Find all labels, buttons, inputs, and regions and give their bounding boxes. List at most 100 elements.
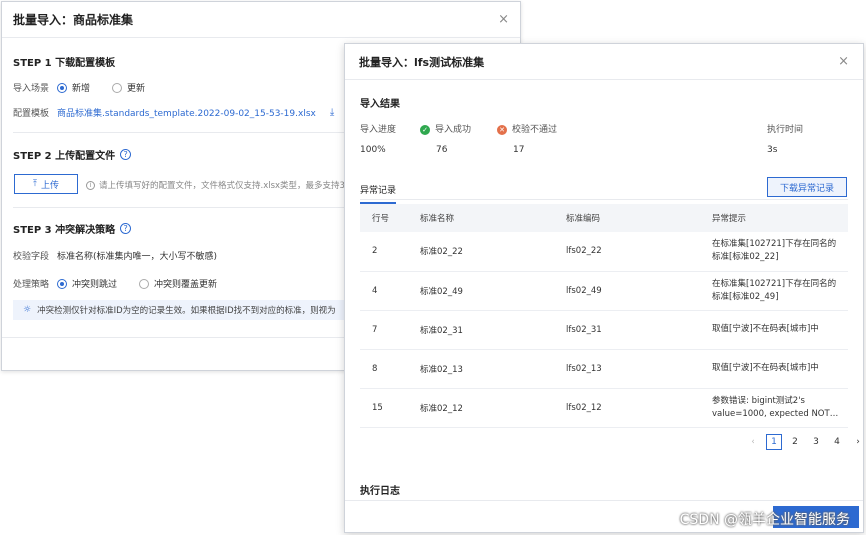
cell-line: 7 xyxy=(360,310,408,350)
fail-value: 17 xyxy=(513,145,525,155)
cell-message: 参数错误: bigint测试2's value=1000, expected N… xyxy=(700,388,848,428)
col-header-name: 标准名称 xyxy=(408,204,554,232)
table-row: 4 标准02_49 lfs02_49 在标准集[102721]下存在同名的标准[… xyxy=(360,271,848,311)
cell-message-text: 取值[宁波]不在码表[城市]中 xyxy=(712,324,819,334)
radio-selected-icon[interactable] xyxy=(57,278,68,289)
cell-message: 在标准集[102721]下存在同名的标准[标准02_49] xyxy=(700,271,848,311)
check-circle-icon: ✓ xyxy=(420,124,430,135)
radio-icon[interactable] xyxy=(139,278,150,289)
strategy-label: 处理策略 xyxy=(13,280,50,290)
check-field-label: 校验字段 xyxy=(13,252,50,262)
result-title: 导入结果 xyxy=(360,99,400,110)
check-field-row: 校验字段 标准名称(标准集内唯一，大小写不敏感) xyxy=(13,249,217,262)
strategy-option-skip[interactable]: 冲突则跳过 xyxy=(57,277,117,290)
cell-name: 标准02_49 xyxy=(408,271,554,311)
radio-icon[interactable] xyxy=(112,82,123,93)
step3-title: STEP 3 冲突解决策略 ? xyxy=(13,221,132,236)
step3-label: STEP 3 冲突解决策略 xyxy=(13,225,116,236)
time-label: 执行时间 xyxy=(767,125,804,135)
cell-line: 4 xyxy=(360,271,408,311)
cell-message-text: 取值[宁波]不在码表[城市]中 xyxy=(712,363,819,373)
pager-page-2[interactable]: 2 xyxy=(787,434,803,450)
upload-hint: i 请上传填写好的配置文件，文件格式仅支持.xlsx类型，最多支持3 xyxy=(86,179,345,191)
radio-selected-icon[interactable] xyxy=(57,82,68,93)
pager-page-1[interactable]: 1 xyxy=(766,434,782,450)
col-header-message: 异常提示 xyxy=(700,204,848,232)
cell-name: 标准02_12 xyxy=(408,388,554,428)
cell-name: 标准02_22 xyxy=(408,232,554,272)
cell-line: 15 xyxy=(360,388,408,428)
step2-label: STEP 2 上传配置文件 xyxy=(13,151,116,162)
pager-page-4[interactable]: 4 xyxy=(829,434,845,450)
conflict-tip-text: 冲突检测仅针对标准ID为空的记录生效。如果根据ID找不到对应的标准，则视为 xyxy=(37,306,336,316)
back-dialog-header: 批量导入：商品标准集 × xyxy=(2,2,520,38)
strategy-option-overwrite-label: 冲突则覆盖更新 xyxy=(154,280,218,290)
progress-label: 导入进度 xyxy=(360,125,397,135)
time-value: 3s xyxy=(767,145,778,155)
pager-prev-icon[interactable]: ‹ xyxy=(745,434,761,450)
success-stat: ✓ 导入成功 xyxy=(420,122,471,135)
cell-line: 2 xyxy=(360,232,408,272)
lightbulb-icon: ☼ xyxy=(23,305,32,315)
step2-title: STEP 2 上传配置文件 ? xyxy=(13,147,132,162)
cell-message-text: 参数错误: bigint测试2's value=1000, expected N… xyxy=(712,395,830,419)
help-icon[interactable]: ? xyxy=(120,223,132,234)
download-icon[interactable]: ⤓ xyxy=(330,107,334,118)
watermark: CSDN @瓴羊企业智能服务 xyxy=(679,512,850,528)
pager-page-3[interactable]: 3 xyxy=(808,434,824,450)
cell-name: 标准02_31 xyxy=(408,310,554,350)
error-circle-icon: ✕ xyxy=(497,124,507,135)
download-exceptions-button[interactable]: 下载异常记录 xyxy=(767,177,847,197)
front-dialog-title: 批量导入：lfs测试标准集 xyxy=(359,55,485,69)
cell-message: 取值[宁波]不在码表[城市]中 xyxy=(700,310,848,350)
fail-stat: ✕ 校验不通过 xyxy=(497,122,557,135)
help-icon[interactable]: ? xyxy=(120,149,132,160)
close-icon[interactable]: × xyxy=(498,13,509,26)
scene-option-add[interactable]: 新增 xyxy=(57,81,90,94)
strategy-option-skip-label: 冲突则跳过 xyxy=(72,280,118,290)
strategy-row: 处理策略 冲突则跳过 冲突则覆盖更新 xyxy=(13,277,231,290)
upload-hint-text: 请上传填写好的配置文件，文件格式仅支持.xlsx类型，最多支持3 xyxy=(99,181,345,191)
cell-code: lfs02_13 xyxy=(554,349,700,389)
strategy-option-overwrite[interactable]: 冲突则覆盖更新 xyxy=(139,277,217,290)
scene-option-add-label: 新增 xyxy=(72,84,91,94)
back-dialog-title: 批量导入：商品标准集 xyxy=(13,13,134,27)
success-label: 导入成功 xyxy=(435,125,472,135)
cell-message-text: 在标准集[102721]下存在同名的标准[标准02_22] xyxy=(712,239,837,263)
fail-label: 校验不通过 xyxy=(512,125,558,135)
template-label: 配置模板 xyxy=(13,109,50,119)
col-header-line: 行号 xyxy=(360,204,408,232)
close-icon[interactable]: × xyxy=(838,55,849,68)
step1-title: STEP 1 下载配置模板 xyxy=(13,54,115,69)
pagination: ‹ 1 2 3 4 › xyxy=(745,434,863,450)
cell-line: 8 xyxy=(360,349,408,389)
cell-name: 标准02_13 xyxy=(408,349,554,389)
table-header-row: 行号 标准名称 标准编码 异常提示 xyxy=(360,204,848,232)
cell-code: lfs02_31 xyxy=(554,310,700,350)
scene-label: 导入场景 xyxy=(13,84,50,94)
conflict-tip: ☼ 冲突检测仅针对标准ID为空的记录生效。如果根据ID找不到对应的标准，则视为 xyxy=(13,300,353,320)
scene-row: 导入场景 新增 更新 xyxy=(13,81,159,94)
upload-icon: ⤒ xyxy=(33,179,37,189)
upload-button[interactable]: ⤒ 上传 xyxy=(14,174,78,194)
cell-message: 在标准集[102721]下存在同名的标准[标准02_22] xyxy=(700,232,848,272)
pager-next-icon[interactable]: › xyxy=(850,434,863,450)
upload-button-label: 上传 xyxy=(40,180,59,191)
front-dialog: 批量导入：lfs测试标准集 × 导入结果 导入进度 100% ✓ 导入成功 76 … xyxy=(344,43,864,533)
cell-message: 取值[宁波]不在码表[城市]中 xyxy=(700,349,848,389)
log-title: 执行日志 xyxy=(360,486,400,497)
scene-option-update-label: 更新 xyxy=(127,84,146,94)
template-row: 配置模板 商品标准集.standards_template.2022-09-02… xyxy=(13,106,334,119)
tab-divider xyxy=(360,199,848,200)
table-row: 7 标准02_31 lfs02_31 取值[宁波]不在码表[城市]中 xyxy=(360,310,848,350)
table-row: 15 标准02_12 lfs02_12 参数错误: bigint测试2's va… xyxy=(360,388,848,428)
scene-option-update[interactable]: 更新 xyxy=(112,81,145,94)
success-value: 76 xyxy=(436,145,448,155)
cell-code: lfs02_12 xyxy=(554,388,700,428)
front-dialog-header: 批量导入：lfs测试标准集 × xyxy=(345,44,863,80)
cell-code: lfs02_49 xyxy=(554,271,700,311)
template-download-link[interactable]: 商品标准集.standards_template.2022-09-02_15-5… xyxy=(57,106,316,119)
tab-exception-records[interactable]: 异常记录 xyxy=(360,183,397,204)
table-row: 2 标准02_22 lfs02_22 在标准集[102721]下存在同名的标准[… xyxy=(360,232,848,272)
exception-table: 行号 标准名称 标准编码 异常提示 2 标准02_22 lfs02_22 在标准… xyxy=(360,204,848,428)
